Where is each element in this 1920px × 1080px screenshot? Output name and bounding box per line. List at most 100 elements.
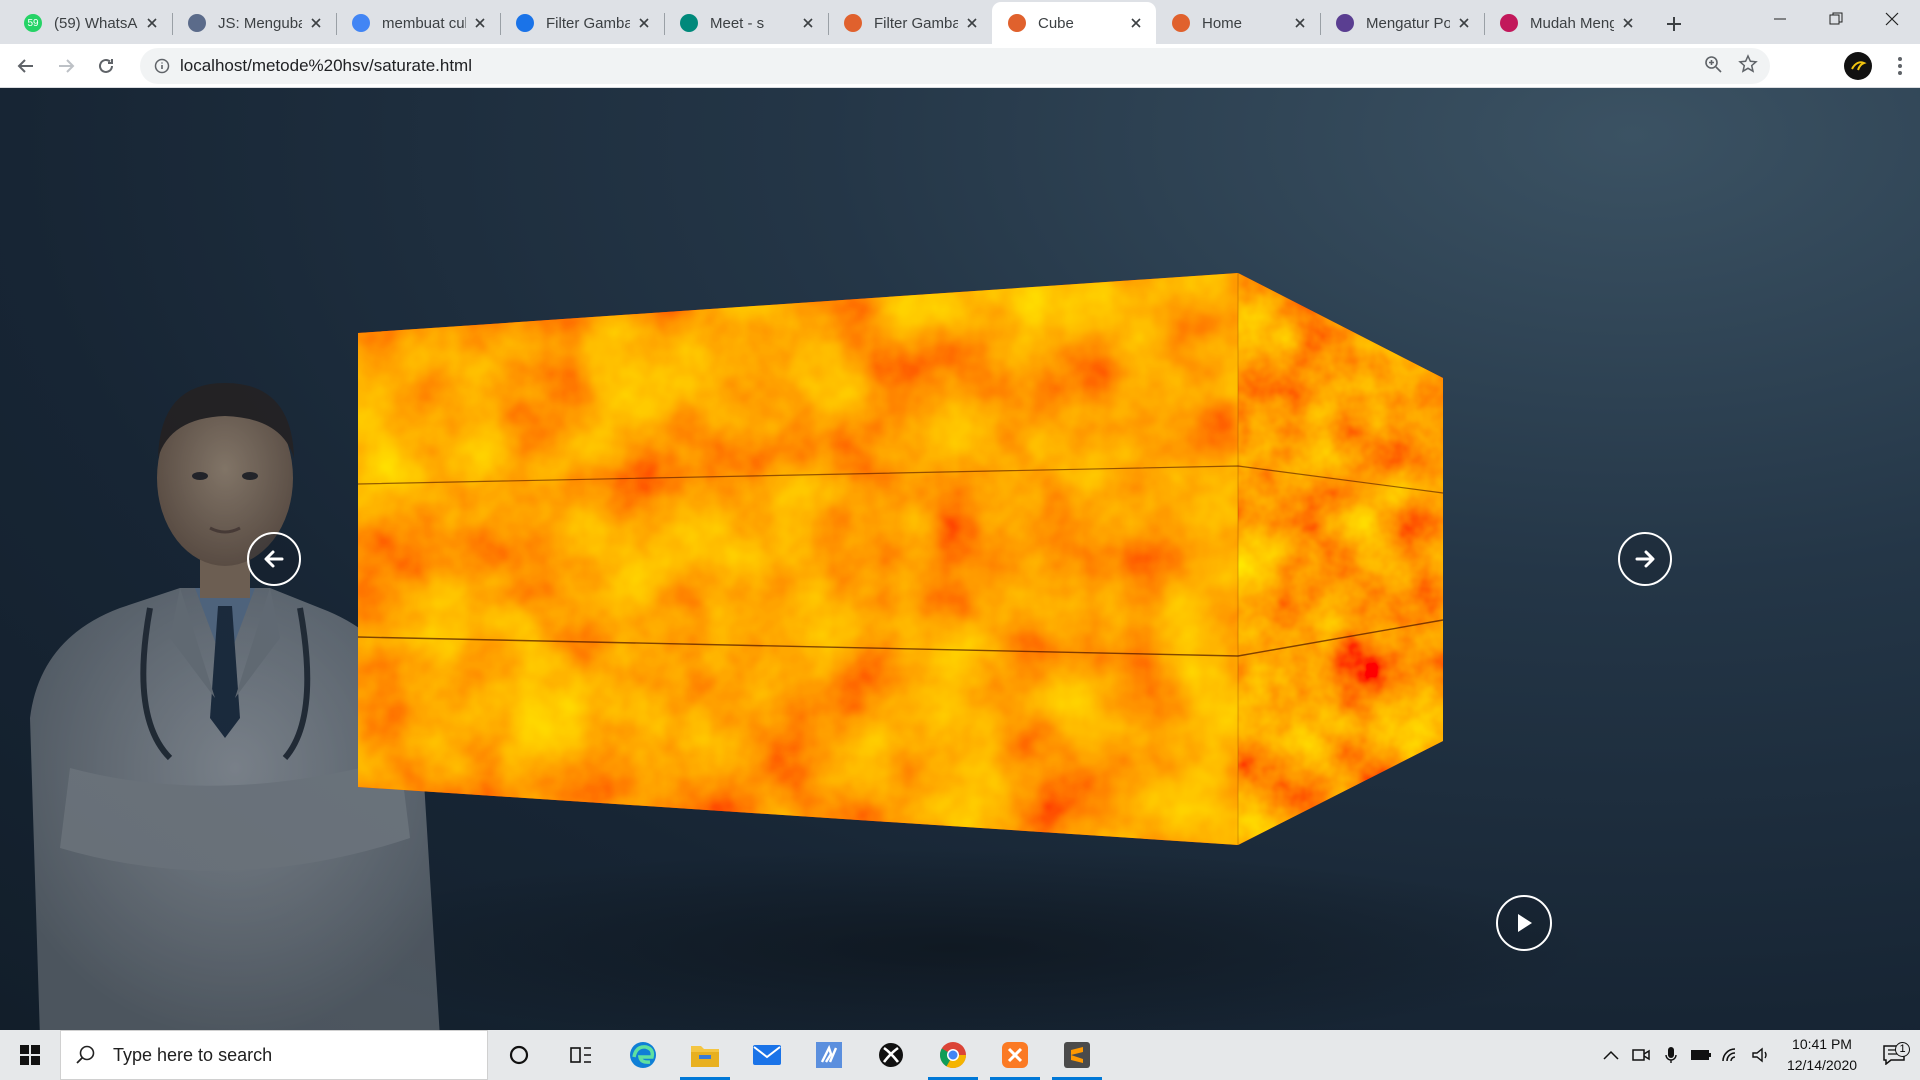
wifi-icon[interactable] [1716,1047,1746,1063]
task-view-icon [570,1047,591,1063]
tab-close-icon[interactable] [800,15,816,31]
page-viewport [0,88,1920,1030]
xampp-icon [844,14,862,32]
profile-avatar[interactable] [1844,52,1872,80]
mail-icon [753,1045,781,1065]
url-text[interactable]: localhost/metode%20hsv/saturate.html [180,56,472,76]
browser-tab[interactable]: Mudah Mengubah [1484,3,1648,43]
xampp-button[interactable] [984,1030,1046,1080]
browser-tab[interactable]: Home [1156,3,1320,43]
tab-title: (59) WhatsApp [54,14,138,32]
tab-close-icon[interactable] [964,15,980,31]
microphone-icon[interactable] [1656,1046,1686,1064]
browser-tab[interactable]: Meet - s [664,3,828,43]
volume-icon[interactable] [1746,1047,1776,1063]
tab-list: 59 (59) WhatsApp JS: Mengubah membuat cube F… [0,0,1648,44]
arrow-right-icon [59,58,75,73]
browser-tab[interactable]: Filter Gambar [828,3,992,43]
meet-now-icon[interactable] [1626,1047,1656,1063]
cube-front-texture [358,273,1238,845]
chrome-icon [939,1042,967,1069]
next-button[interactable] [1618,532,1672,586]
tab-close-icon[interactable] [1620,15,1636,31]
system-tray: 10:41 PM 12/14/2020 1 [1596,1030,1920,1080]
browser-menu-button[interactable] [1890,57,1910,75]
plus-icon [1667,17,1681,31]
clock-time: 10:41 PM [1792,1036,1852,1052]
cube-side-texture [1238,273,1443,845]
azure-data-button[interactable] [798,1030,860,1080]
window-controls [1752,0,1920,38]
browser-tab[interactable]: membuat cube [336,3,500,43]
dots-icon [1500,14,1518,32]
arrow-left-icon [264,550,284,568]
tab-close-icon[interactable] [636,15,652,31]
play-button[interactable] [1496,895,1552,951]
reload-icon [99,58,113,73]
tab-close-icon[interactable] [472,15,488,31]
sublime-button[interactable] [1046,1030,1108,1080]
tab-title: membuat cube [382,14,466,32]
mail-button[interactable] [736,1030,798,1080]
tab-title: Cube [1038,14,1074,32]
azure-data-icon [816,1042,842,1068]
tab-title: Mudah Mengubah [1530,14,1614,32]
search-placeholder: Type here to search [113,1044,273,1065]
tab-title: Filter Gambar [546,14,630,32]
windows-taskbar: Type here to search 10:41 PM 12/14/2020 … [0,1030,1920,1080]
arrow-left-icon [17,58,33,73]
forward-button[interactable] [46,48,86,84]
meet-icon [680,14,698,32]
bookmark-star-icon[interactable] [1738,53,1758,79]
windows-logo-icon [20,1045,40,1065]
reload-button[interactable] [86,48,126,84]
taskbar-search[interactable]: Type here to search [60,1030,488,1080]
tab-close-icon[interactable] [1292,15,1308,31]
address-bar[interactable]: localhost/metode%20hsv/saturate.html [140,48,1770,84]
tab-close-icon[interactable] [1456,15,1472,31]
sublime-icon [1064,1042,1090,1068]
prev-button[interactable] [247,532,301,586]
tab-close-icon[interactable] [1128,15,1144,31]
browser-tab[interactable]: 59 (59) WhatsApp [8,3,172,43]
zoom-icon[interactable] [1704,55,1722,78]
arrow-right-icon [1635,550,1655,568]
battery-icon[interactable] [1686,1049,1716,1061]
xbox-button[interactable] [860,1030,922,1080]
tab-strip: 59 (59) WhatsApp JS: Mengubah membuat cube F… [0,0,1920,44]
start-button[interactable] [0,1030,60,1080]
browser-tab[interactable]: Filter Gambar [500,3,664,43]
new-tab-button[interactable] [1654,4,1694,44]
tab-title: Home [1202,14,1243,32]
cortana-button[interactable] [488,1030,550,1080]
blog-icon [1336,14,1354,32]
show-hidden-icons-button[interactable] [1596,1050,1626,1060]
clock[interactable]: 10:41 PM 12/14/2020 [1776,1034,1868,1076]
chrome-button[interactable] [922,1030,984,1080]
restore-button[interactable] [1808,0,1864,38]
xampp-icon [1172,14,1190,32]
clock-date: 12/14/2020 [1786,1057,1858,1073]
chevron-up-icon [1603,1050,1619,1060]
tab-close-icon[interactable] [144,15,160,31]
back-button[interactable] [6,48,46,84]
flask-icon [188,14,206,32]
edge-icon [630,1042,656,1068]
whatsapp-icon: 59 [24,14,42,32]
tab-title: Mengatur Posisi [1366,14,1450,32]
notification-center-button[interactable]: 1 [1868,1042,1920,1065]
browser-tab[interactable]: Cube [992,2,1156,44]
browser-tab[interactable]: JS: Mengubah [172,3,336,43]
close-window-button[interactable] [1864,0,1920,38]
edge-button[interactable] [612,1030,674,1080]
minimize-button[interactable] [1752,0,1808,38]
tab-title: Meet - s [710,14,765,32]
tab-close-icon[interactable] [308,15,324,31]
file-explorer-button[interactable] [674,1030,736,1080]
cortana-icon [509,1045,529,1065]
tab-title: Filter Gambar [874,14,958,32]
site-info-icon[interactable] [144,58,180,74]
task-view-button[interactable] [550,1030,612,1080]
tab-title: JS: Mengubah [218,14,302,32]
browser-tab[interactable]: Mengatur Posisi [1320,3,1484,43]
